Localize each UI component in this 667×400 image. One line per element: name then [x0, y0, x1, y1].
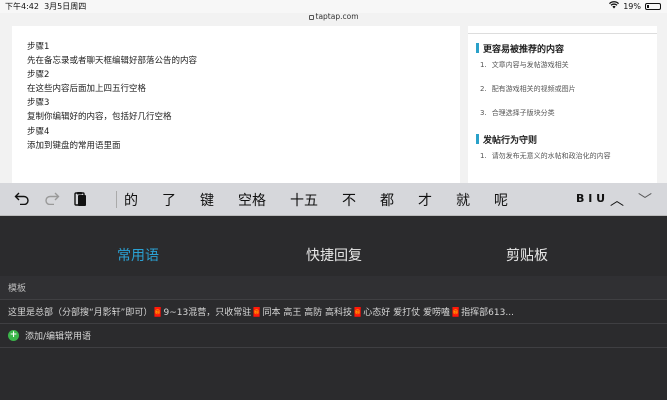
article-line: 在这些内容后面加上四五行空格 — [27, 84, 147, 95]
rules-list: 1. 请勿发布无意义的水帖和政治化的内容 — [468, 152, 657, 161]
plus-icon: + — [8, 330, 19, 341]
status-bar: 下午4:42 3月5日周四 19% — [0, 0, 667, 13]
article-body[interactable]: 步骤1 先在备忘录或者聊天框编辑好部落公告的内容 步骤2 在这些内容后面加上四五… — [27, 40, 197, 153]
format-biu-button[interactable]: B I U — [576, 192, 605, 205]
status-date: 3月5日周四 — [44, 2, 87, 11]
keyboard-toolbar: 的 了 键 空格 十五 不 都 才 就 呢 B I U ︿ ﹀ — [0, 183, 667, 216]
sidebar-tips: 更容易被推荐的内容 1. 文章内容与发帖游戏相关 2. 配有游戏相关的视频或图片 3… — [468, 26, 657, 183]
tab-quick-reply[interactable]: 快捷回复 — [254, 245, 414, 265]
candidate-word[interactable]: 键 — [188, 190, 226, 210]
undo-icon[interactable] — [14, 191, 30, 209]
tab-clipboard[interactable]: 剪贴板 — [447, 245, 607, 265]
article-line: 步骤1 — [27, 42, 50, 52]
status-indicators: 19% — [609, 1, 661, 11]
add-phrase-button[interactable]: + 添加/编辑常用语 — [0, 324, 667, 348]
phrase-tabs: 常用语 快捷回复 剪贴板 — [0, 242, 667, 272]
web-page: taptap.com 步骤1 先在备忘录或者聊天框编辑好部落公告的内容 步骤2 … — [0, 0, 667, 183]
battery-icon — [645, 2, 661, 10]
recommended-list: 1. 文章内容与发帖游戏相关 2. 配有游戏相关的视频或图片 3. 合理选择子版块分类 — [468, 61, 657, 118]
sidebar-top-divider — [468, 26, 657, 34]
candidate-word[interactable]: 了 — [150, 190, 188, 210]
phrase-panel: 常用语 快捷回复 剪贴板 模板 这里是总部（分部搜“月影轩”即可）🧧9~13混营… — [0, 216, 667, 400]
candidate-word[interactable]: 十五 — [278, 190, 330, 210]
section-title-recommended: 更容易被推荐的内容 — [468, 42, 657, 55]
paste-icon[interactable] — [74, 191, 88, 211]
status-time: 下午4:42 — [5, 2, 39, 11]
url-bar[interactable]: taptap.com — [0, 12, 667, 23]
list-item: 1. 文章内容与发帖游戏相关 — [480, 61, 569, 69]
candidate-word[interactable]: 都 — [368, 190, 406, 210]
candidate-word[interactable]: 的 — [112, 190, 150, 210]
category-header: 模板 — [0, 276, 667, 300]
list-item: 2. 配有游戏相关的视频或图片 — [480, 85, 576, 93]
chevron-down-icon[interactable]: ﹀ — [638, 190, 652, 210]
candidate-word[interactable]: 就 — [444, 190, 482, 210]
status-time-date: 下午4:42 3月5日周四 — [5, 1, 86, 12]
candidate-word[interactable]: 不 — [330, 190, 368, 210]
candidate-bar: 的 了 键 空格 十五 不 都 才 就 呢 — [112, 183, 520, 216]
candidate-word[interactable]: 空格 — [226, 190, 278, 210]
article-line: 复制你编辑好的内容，包括好几行空格 — [27, 112, 172, 123]
lock-icon — [308, 14, 314, 20]
candidate-word[interactable]: 才 — [406, 190, 444, 210]
chevron-up-icon[interactable]: ︿ — [610, 190, 624, 210]
battery-percent: 19% — [623, 1, 641, 11]
candidate-word[interactable]: 呢 — [482, 190, 520, 210]
article-line: 添加到键盘的常用语里面 — [27, 140, 121, 151]
list-item: 1. 请勿发布无意义的水帖和政治化的内容 — [480, 152, 611, 160]
article-line: 先在备忘录或者聊天框编辑好部落公告的内容 — [27, 56, 198, 67]
phrase-list: 模板 这里是总部（分部搜“月影轩”即可）🧧9~13混营，只收常驻🧧同本 高王 高… — [0, 276, 667, 348]
article-line: 步骤4 — [27, 126, 50, 137]
url-text: taptap.com — [315, 12, 359, 21]
phrase-item[interactable]: 这里是总部（分部搜“月影轩”即可）🧧9~13混营，只收常驻🧧同本 高王 高防 高… — [0, 300, 667, 324]
tab-common-phrases[interactable]: 常用语 — [58, 245, 218, 265]
article-card: 步骤1 先在备忘录或者聊天框编辑好部落公告的内容 步骤2 在这些内容后面加上四五… — [12, 26, 460, 183]
article-line: 步骤3 — [27, 98, 50, 109]
article-line: 步骤2 — [27, 70, 50, 81]
redo-icon[interactable] — [44, 191, 60, 209]
add-phrase-label: 添加/编辑常用语 — [25, 332, 92, 342]
list-item: 3. 合理选择子版块分类 — [480, 109, 555, 117]
section-title-rules: 发帖行为守则 — [468, 133, 657, 146]
wifi-icon — [609, 1, 620, 11]
